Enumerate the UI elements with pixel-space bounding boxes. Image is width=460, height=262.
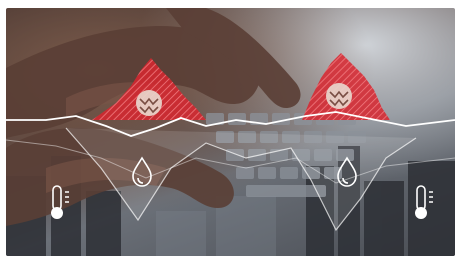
hero-image [6, 8, 455, 256]
thermometer-icon-right [415, 185, 433, 219]
data-overlay [6, 53, 455, 232]
fluctuation-badge-icon [136, 90, 162, 116]
valley-line [65, 127, 417, 232]
thermometer-icon [51, 185, 69, 219]
fluctuation-badge-icon-right [326, 83, 352, 109]
